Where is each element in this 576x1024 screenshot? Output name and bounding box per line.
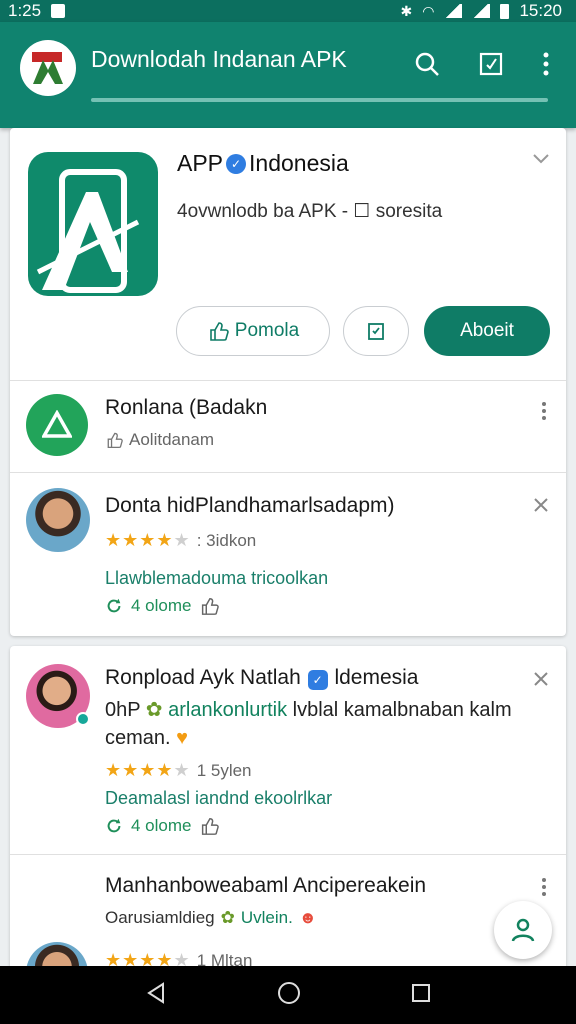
clover-emoji-icon: ✿ bbox=[145, 699, 163, 721]
post-body: 0hP ✿ arlankonlurtik lvblal kamalbnaban … bbox=[105, 696, 535, 752]
close-icon[interactable] bbox=[532, 496, 550, 519]
star-rating-icon: ★★★★★ bbox=[105, 530, 191, 550]
recents-icon[interactable] bbox=[410, 982, 432, 1009]
refresh-icon[interactable] bbox=[105, 597, 123, 615]
refresh-icon[interactable] bbox=[105, 817, 123, 835]
bluetooth-icon: ✱ bbox=[400, 2, 413, 19]
verified-icon: ✓ bbox=[307, 670, 328, 690]
developer-meta-text: Aolitdanam bbox=[129, 430, 215, 449]
status-clock: 15:20 bbox=[519, 1, 562, 20]
battery-icon bbox=[500, 3, 510, 19]
person-icon bbox=[511, 918, 535, 942]
app-detail-card: APP ✓ Indonesia 4ovwnlodb ba APK - ☐ sor… bbox=[10, 128, 566, 636]
review-link[interactable]: Llawblemadouma tricoolkan bbox=[105, 568, 328, 589]
app-subtitle: 4ovwnlodb ba APK - ☐ soresita bbox=[177, 201, 443, 222]
rating-text: : 3idkon bbox=[196, 530, 257, 550]
clover-emoji-icon: ✿ bbox=[220, 908, 235, 927]
close-icon[interactable] bbox=[532, 670, 550, 693]
verified-icon: ✓ bbox=[226, 153, 247, 174]
like-icon[interactable] bbox=[199, 816, 220, 836]
search-underline bbox=[91, 98, 548, 102]
post-body-highlight[interactable]: arlankonlurtik bbox=[168, 699, 287, 721]
share-button-label: Pomola bbox=[234, 320, 300, 341]
online-status-badge bbox=[76, 712, 90, 726]
user-avatar[interactable] bbox=[26, 488, 90, 552]
developer-name[interactable]: Ronlana (Badakn bbox=[105, 396, 267, 420]
heart-emoji-icon: ♥ bbox=[176, 727, 189, 749]
post-body-rest: lvblal kamalbnaban kalm ceman. bbox=[105, 699, 512, 749]
divider bbox=[10, 472, 566, 473]
signal-icon bbox=[444, 4, 463, 18]
profile-fab-button[interactable] bbox=[494, 901, 552, 959]
post-link[interactable]: Deamalasl iandnd ekoolrlkar bbox=[105, 788, 332, 809]
share-button[interactable]: Pomola bbox=[176, 306, 330, 356]
app-logo-icon[interactable] bbox=[20, 40, 76, 96]
status-bar: 1:25 ✱ ◠ 15:20 bbox=[0, 0, 576, 22]
next-post-meta-highlight[interactable]: Uvlein. bbox=[241, 908, 293, 928]
more-vert-icon[interactable] bbox=[530, 48, 562, 80]
app-name-part2: Indonesia bbox=[249, 150, 349, 176]
thumb-icon bbox=[209, 322, 229, 341]
app-icon[interactable] bbox=[28, 152, 158, 296]
next-post-title: Manhanboweabaml Ancipereakein bbox=[105, 874, 427, 897]
review-rating: ★★★★★ : 3idkon bbox=[105, 530, 256, 551]
action-count: 4 olome bbox=[131, 596, 192, 615]
back-icon[interactable] bbox=[144, 981, 168, 1010]
notification-icon bbox=[51, 4, 66, 18]
app-name: APP ✓ Indonesia bbox=[177, 150, 349, 177]
post-author-name: Ronpload Ayk Natlah bbox=[105, 666, 301, 689]
smile-emoji-icon: ☻ bbox=[298, 908, 317, 927]
post-rating: ★★★★★ 1 5ylen bbox=[105, 760, 252, 781]
developer-avatar[interactable] bbox=[26, 394, 88, 456]
like-icon[interactable] bbox=[199, 596, 220, 616]
thumb-icon bbox=[107, 432, 123, 449]
app-bar: Downlodah Indanan APK bbox=[0, 22, 576, 128]
bookmark-icon bbox=[368, 323, 384, 340]
chevron-down-icon[interactable] bbox=[530, 148, 552, 170]
page-title: Downlodah Indanan APK bbox=[91, 46, 347, 72]
search-icon[interactable] bbox=[411, 48, 443, 80]
status-time: 1:25 bbox=[8, 1, 42, 20]
more-vert-icon[interactable] bbox=[534, 876, 554, 898]
developer-meta: Aolitdanam bbox=[105, 430, 214, 450]
signal-icon-2 bbox=[472, 4, 491, 18]
review-actions: 4 olome bbox=[105, 596, 220, 616]
install-button[interactable]: Aboeit bbox=[424, 306, 550, 356]
post-body-prefix: 0hP bbox=[105, 699, 141, 721]
home-icon[interactable] bbox=[276, 980, 302, 1011]
post-actions: 4 olome bbox=[105, 816, 220, 836]
rating-text: 1 5ylen bbox=[196, 760, 252, 780]
next-post-meta-text: Oarusiamldieg bbox=[105, 908, 215, 927]
post-card: Ronpload Ayk Natlah ✓ ldemesia 0hP ✿ arl… bbox=[10, 646, 566, 1004]
divider bbox=[10, 380, 566, 381]
edit-icon[interactable] bbox=[475, 48, 507, 80]
post-author-suffix: ldemesia bbox=[334, 666, 419, 689]
next-post-meta: Oarusiamldieg ✿ Uvlein. ☻ bbox=[105, 908, 317, 928]
review-title: Donta hidPlandhamarlsadapm) bbox=[105, 494, 395, 517]
system-nav-bar bbox=[0, 966, 576, 1024]
more-vert-icon[interactable] bbox=[534, 400, 554, 422]
wifi-icon: ◠ bbox=[422, 2, 435, 19]
divider bbox=[10, 854, 566, 855]
star-rating-icon: ★★★★★ bbox=[105, 760, 191, 780]
post-author: Ronpload Ayk Natlah ✓ ldemesia bbox=[105, 666, 418, 690]
bookmark-button[interactable] bbox=[343, 306, 409, 356]
app-name-part1: APP bbox=[177, 150, 224, 176]
action-count: 4 olome bbox=[131, 816, 192, 835]
